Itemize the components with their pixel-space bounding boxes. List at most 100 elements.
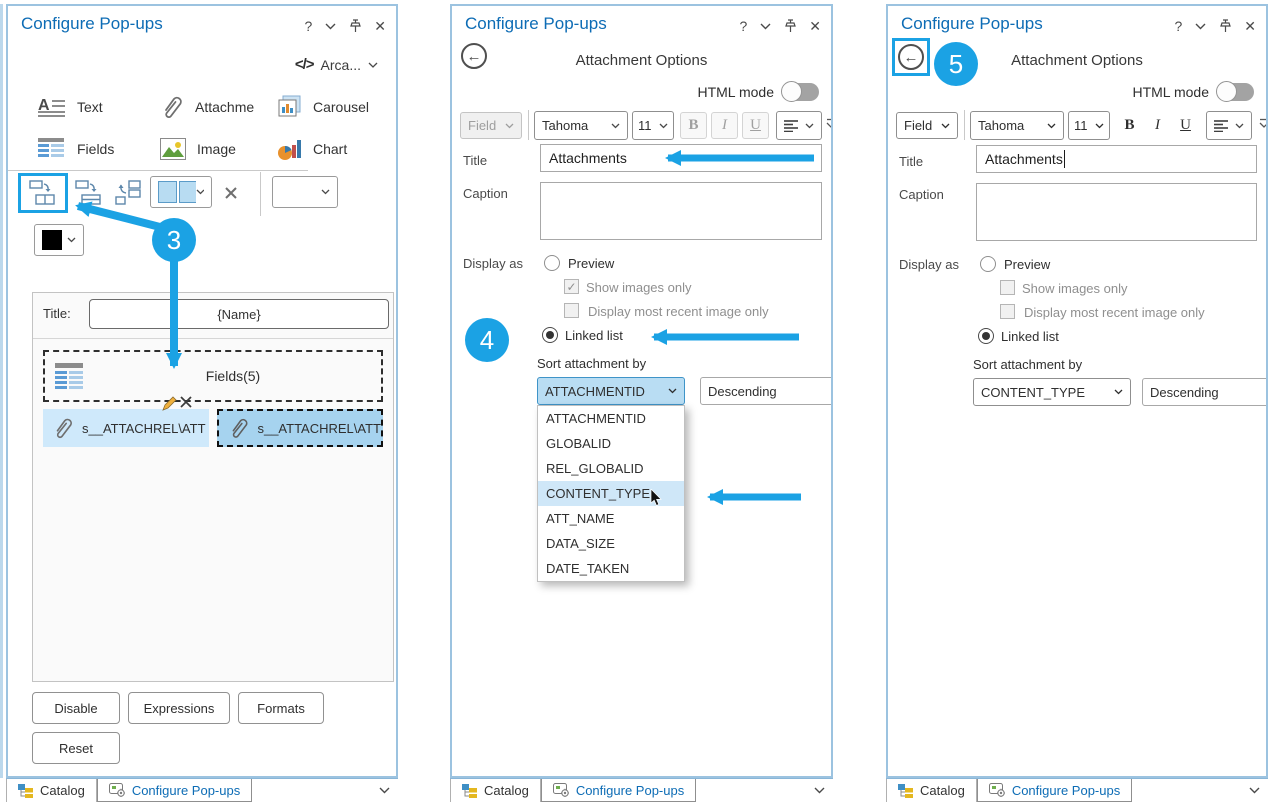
popups-tab-icon (109, 783, 126, 797)
font-size-value: 11 (1074, 118, 1088, 133)
preview-radio[interactable] (980, 256, 996, 272)
attachment-title-input[interactable]: Attachments (540, 144, 822, 172)
alignment-dropdown[interactable] (776, 111, 822, 140)
attachment-element-item[interactable]: s__ATTACHREL\ATT (43, 409, 209, 447)
add-attachment-element-button[interactable]: Attachme (160, 90, 274, 124)
tab-catalog[interactable]: Catalog (450, 779, 541, 802)
list-item[interactable]: DATE_TAKEN (538, 556, 684, 581)
italic-button[interactable]: I (711, 112, 738, 139)
list-item-highlighted[interactable]: CONTENT_TYPE (538, 481, 684, 506)
divider (528, 110, 529, 140)
toolbar-overflow-icon[interactable] (826, 118, 833, 130)
formats-button[interactable]: Formats (238, 692, 324, 724)
html-mode-row: HTML mode (697, 83, 819, 101)
close-icon[interactable]: ✕ (374, 17, 386, 35)
attachment-element-item-selected[interactable]: s__ATTACHREL\ATT (217, 409, 383, 447)
chevron-down-icon (668, 388, 677, 394)
help-icon[interactable]: ? (1174, 17, 1182, 35)
recent-image-checkbox[interactable] (1000, 304, 1015, 319)
tab-catalog[interactable]: Catalog (886, 779, 977, 802)
add-image-element-button[interactable]: Image (160, 132, 274, 166)
font-color-dropdown[interactable] (34, 224, 84, 256)
element-label: Text (77, 99, 103, 115)
preview-label: Preview (1004, 257, 1050, 272)
pin-icon[interactable] (784, 19, 796, 33)
font-size-dropdown[interactable]: 11 (1068, 111, 1110, 140)
chevron-down-icon[interactable] (760, 23, 771, 30)
close-icon[interactable]: ✕ (1244, 17, 1256, 35)
expressions-button[interactable]: Expressions (128, 692, 230, 724)
pin-icon[interactable] (349, 19, 361, 33)
disable-button[interactable]: Disable (32, 692, 120, 724)
arrange-stack-button[interactable] (112, 178, 146, 208)
chevron-down-icon (505, 123, 514, 129)
column-layout-dropdown[interactable] (150, 176, 212, 208)
font-family-dropdown[interactable]: Tahoma (970, 111, 1064, 140)
linked-list-label: Linked list (565, 328, 623, 343)
list-item[interactable]: REL_GLOBALID (538, 456, 684, 481)
fields-element-item[interactable]: Fields(5) (43, 350, 383, 402)
expression-language-dropdown[interactable]: </> Arca... (295, 56, 378, 73)
list-item[interactable]: DATA_SIZE (538, 531, 684, 556)
add-carousel-element-button[interactable]: Carousel (276, 90, 396, 124)
add-fields-element-button[interactable]: Fields (38, 132, 156, 166)
show-images-checkbox[interactable] (1000, 280, 1015, 295)
remove-x-icon[interactable] (180, 396, 192, 408)
linked-list-radio[interactable] (542, 327, 558, 343)
add-chart-element-button[interactable]: Chart (276, 132, 396, 166)
delete-element-button[interactable] (220, 184, 242, 202)
arrange-rows-button[interactable] (72, 178, 106, 208)
attachment-title-input[interactable]: Attachments (976, 145, 1257, 173)
empty-style-dropdown[interactable] (272, 176, 338, 208)
sort-order-dropdown[interactable]: Descending (1142, 378, 1268, 406)
tab-configure-popups[interactable]: Configure Pop-ups (97, 779, 252, 802)
tab-catalog[interactable]: Catalog (6, 779, 97, 802)
show-images-checkbox[interactable]: ✓ (564, 279, 579, 294)
italic-button[interactable]: I (1144, 112, 1171, 139)
attachment-caption-input[interactable] (540, 182, 822, 240)
tab-label: Configure Pop-ups (1012, 783, 1120, 798)
reset-button[interactable]: Reset (32, 732, 120, 764)
pane-window-controls: ? ✕ (1174, 17, 1256, 35)
sort-field-dropdown[interactable]: ATTACHMENTID (537, 377, 685, 405)
tab-configure-popups[interactable]: Configure Pop-ups (541, 779, 696, 802)
list-item[interactable]: GLOBALID (538, 431, 684, 456)
list-item[interactable]: ATTACHMENTID (538, 406, 684, 431)
font-size-dropdown[interactable]: 11 (632, 111, 674, 140)
chevron-down-icon[interactable] (814, 787, 825, 794)
underline-button[interactable]: U (1172, 112, 1199, 139)
attachment-caption-input[interactable] (976, 183, 1257, 241)
chevron-down-icon[interactable] (379, 787, 390, 794)
linked-list-radio[interactable] (978, 328, 994, 344)
bold-button[interactable]: B (680, 112, 707, 139)
attachment-element-label: s__ATTACHREL\ATT (257, 421, 381, 436)
field-dropdown[interactable]: Field (460, 112, 522, 139)
bold-button[interactable]: B (1116, 112, 1143, 139)
preview-radio[interactable] (544, 255, 560, 271)
chevron-down-icon[interactable] (1249, 787, 1260, 794)
help-icon[interactable]: ? (304, 17, 312, 35)
html-mode-toggle[interactable] (1218, 83, 1254, 101)
field-dropdown[interactable]: Field (896, 112, 958, 139)
sort-field-dropdown[interactable]: CONTENT_TYPE (973, 378, 1131, 406)
alignment-dropdown[interactable] (1206, 111, 1252, 140)
sort-order-dropdown[interactable]: Descending (700, 377, 833, 405)
chevron-down-icon (1047, 123, 1056, 129)
add-text-element-button[interactable]: A Text (38, 90, 156, 124)
recent-image-checkbox[interactable] (564, 303, 579, 318)
help-icon[interactable]: ? (739, 17, 747, 35)
close-icon[interactable]: ✕ (809, 17, 821, 35)
chevron-down-icon[interactable] (1195, 23, 1206, 30)
toggle-knob (781, 81, 802, 102)
tab-configure-popups[interactable]: Configure Pop-ups (977, 779, 1132, 802)
font-family-dropdown[interactable]: Tahoma (534, 111, 628, 140)
underline-button[interactable]: U (742, 112, 769, 139)
html-mode-toggle[interactable] (783, 83, 819, 101)
chevron-down-icon[interactable] (325, 23, 336, 30)
list-item[interactable]: ATT_NAME (538, 506, 684, 531)
edit-pencil-icon[interactable] (161, 395, 178, 412)
toolbar-overflow-icon[interactable] (1259, 118, 1268, 130)
popup-title-input[interactable]: {Name} (89, 299, 389, 329)
back-button[interactable]: ← (461, 43, 487, 69)
pin-icon[interactable] (1219, 19, 1231, 33)
